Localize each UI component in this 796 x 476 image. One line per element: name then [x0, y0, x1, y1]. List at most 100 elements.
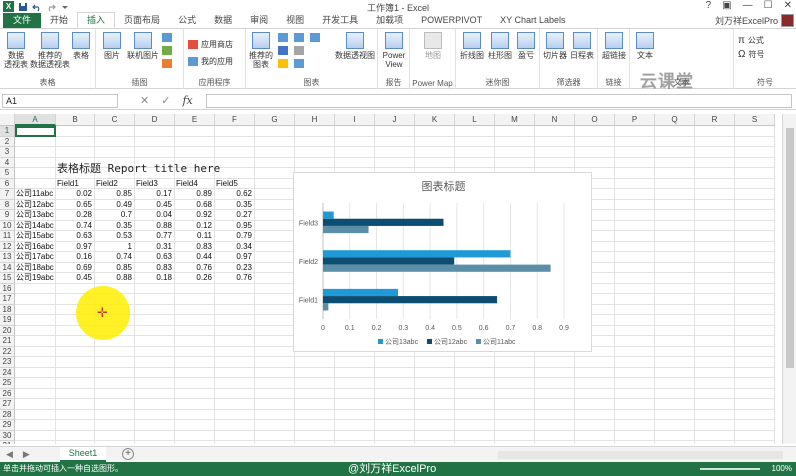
row-header-20[interactable]: 20 — [0, 325, 15, 336]
row-label-cell[interactable]: 公司15abc — [16, 231, 54, 241]
column-header-f[interactable]: F — [215, 114, 255, 126]
value-cell[interactable]: 0.65 — [56, 200, 92, 210]
power-view-button[interactable]: Power View — [380, 32, 408, 69]
undo-icon[interactable] — [32, 2, 42, 12]
recommended-charts-button[interactable]: 推荐的 图表 — [248, 32, 274, 69]
row-header-29[interactable]: 29 — [0, 420, 15, 431]
value-cell[interactable]: 0.28 — [56, 210, 92, 220]
row-header-15[interactable]: 15 — [0, 273, 15, 284]
chart-type-buttons-3[interactable] — [278, 59, 304, 68]
tab-addins[interactable]: 加载项 — [367, 13, 412, 28]
tab-xy-chart-labels[interactable]: XY Chart Labels — [491, 13, 574, 28]
report-title[interactable]: 表格标题 Report title here — [57, 160, 220, 176]
row-header-11[interactable]: 11 — [0, 231, 15, 242]
hyperlink-button[interactable]: 超链接 — [600, 32, 628, 60]
screenshot-button[interactable] — [162, 59, 172, 68]
value-cell[interactable]: 0.16 — [56, 252, 92, 262]
value-cell[interactable]: 0.63 — [135, 252, 172, 262]
map-button[interactable]: 地图 — [420, 32, 446, 60]
row-header-8[interactable]: 8 — [0, 199, 15, 210]
table-button[interactable]: 表格 — [70, 32, 92, 60]
customize-qat-icon[interactable] — [60, 2, 70, 12]
value-cell[interactable]: 0.18 — [135, 273, 172, 283]
online-pictures-button[interactable]: 联机图片 — [126, 32, 160, 60]
row-header-9[interactable]: 9 — [0, 210, 15, 221]
column-header-o[interactable]: O — [575, 114, 615, 126]
next-sheet-button[interactable]: ▶ — [23, 449, 30, 460]
value-cell[interactable]: 0.45 — [56, 273, 92, 283]
tab-powerpivot[interactable]: POWERPIVOT — [412, 13, 491, 28]
column-header-p[interactable]: P — [615, 114, 655, 126]
zoom-level[interactable]: 100% — [772, 462, 792, 476]
row-header-21[interactable]: 21 — [0, 336, 15, 347]
formula-input[interactable] — [206, 94, 792, 108]
value-cell[interactable]: 0.12 — [175, 221, 212, 231]
value-cell[interactable]: 0.74 — [95, 252, 132, 262]
enter-icon[interactable]: ✓ — [161, 94, 170, 107]
chart-type-buttons-2[interactable] — [278, 46, 304, 55]
column-header-i[interactable]: I — [335, 114, 375, 126]
value-cell[interactable]: 0.97 — [215, 252, 252, 262]
value-cell[interactable]: 0.85 — [95, 263, 132, 273]
value-cell[interactable]: 0.17 — [135, 189, 172, 199]
value-cell[interactable]: 0.74 — [56, 221, 92, 231]
value-cell[interactable]: 0.83 — [175, 242, 212, 252]
close-button[interactable]: ✕ — [784, 0, 792, 11]
tab-file[interactable]: 文件 — [3, 13, 42, 28]
tab-page-layout[interactable]: 页面布局 — [115, 13, 169, 28]
maximize-button[interactable]: ☐ — [764, 0, 773, 11]
value-cell[interactable]: 0.49 — [95, 200, 132, 210]
name-box[interactable]: A1 — [2, 94, 118, 108]
value-cell[interactable]: 0.69 — [56, 263, 92, 273]
row-header-30[interactable]: 30 — [0, 430, 15, 441]
value-cell[interactable]: 0.45 — [135, 200, 172, 210]
row-header-13[interactable]: 13 — [0, 252, 15, 263]
value-cell[interactable]: 0.88 — [135, 221, 172, 231]
add-sheet-button[interactable]: + — [122, 448, 134, 460]
sheet-tab-sheet1[interactable]: Sheet1 — [60, 447, 106, 462]
help-button[interactable]: ? — [706, 0, 712, 11]
row-header-5[interactable]: 5 — [0, 168, 15, 179]
column-header-j[interactable]: J — [375, 114, 415, 126]
value-cell[interactable]: 0.35 — [95, 221, 132, 231]
column-header-c[interactable]: C — [95, 114, 135, 126]
sparkline-column-button[interactable]: 柱形图 — [486, 32, 514, 60]
value-cell[interactable]: 0.63 — [56, 231, 92, 241]
value-cell[interactable]: 0.83 — [135, 263, 172, 273]
scroll-thumb[interactable] — [786, 128, 794, 368]
redo-icon[interactable] — [46, 2, 56, 12]
row-header-4[interactable]: 4 — [0, 157, 15, 168]
value-cell[interactable]: 0.85 — [95, 189, 132, 199]
vertical-scrollbar[interactable] — [782, 114, 796, 444]
smartart-button[interactable] — [162, 46, 172, 55]
row-label-cell[interactable]: 公司12abc — [16, 200, 54, 210]
ribbon-display-button[interactable]: ▣ — [722, 0, 731, 11]
row-header-22[interactable]: 22 — [0, 346, 15, 357]
value-cell[interactable]: 0.53 — [95, 231, 132, 241]
value-cell[interactable]: 0.44 — [175, 252, 212, 262]
column-header-d[interactable]: D — [135, 114, 175, 126]
value-cell[interactable]: 0.62 — [215, 189, 252, 199]
avatar[interactable] — [781, 14, 794, 27]
header-cell[interactable]: Field4 — [176, 179, 214, 189]
row-header-26[interactable]: 26 — [0, 388, 15, 399]
prev-sheet-button[interactable]: ◀ — [6, 449, 13, 460]
value-cell[interactable]: 0.31 — [135, 242, 172, 252]
row-header-10[interactable]: 10 — [0, 220, 15, 231]
pictures-button[interactable]: 图片 — [100, 32, 124, 60]
row-label-cell[interactable]: 公司13abc — [16, 210, 54, 220]
sparkline-winloss-button[interactable]: 盈亏 — [514, 32, 538, 60]
header-cell[interactable]: Field1 — [57, 179, 94, 189]
column-header-g[interactable]: G — [255, 114, 295, 126]
value-cell[interactable]: 0.27 — [215, 210, 252, 220]
value-cell[interactable]: 0.89 — [175, 189, 212, 199]
column-header-k[interactable]: K — [415, 114, 455, 126]
row-header-31[interactable]: 31 — [0, 441, 15, 444]
row-header-14[interactable]: 14 — [0, 262, 15, 273]
value-cell[interactable]: 0.79 — [215, 231, 252, 241]
tab-view[interactable]: 视图 — [277, 13, 313, 28]
row-label-cell[interactable]: 公司17abc — [16, 252, 54, 262]
shapes-button[interactable] — [162, 33, 172, 42]
row-header-16[interactable]: 16 — [0, 283, 15, 294]
column-header-h[interactable]: H — [295, 114, 335, 126]
